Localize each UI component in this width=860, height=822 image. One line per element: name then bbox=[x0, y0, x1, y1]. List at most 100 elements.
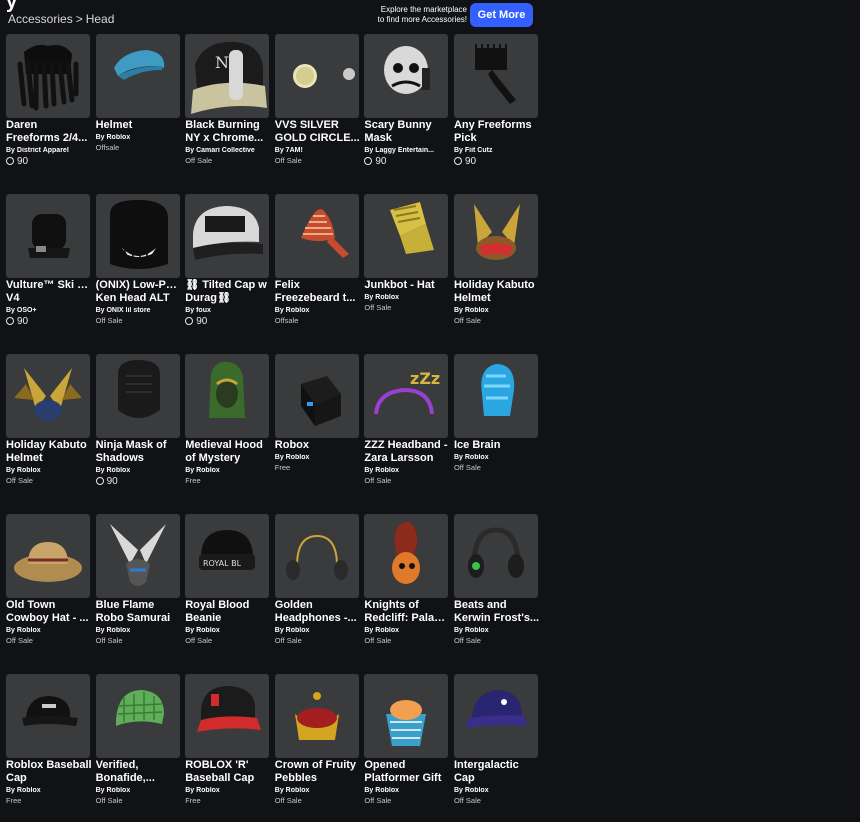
item-name[interactable]: Opened Platformer Gift bbox=[364, 759, 450, 785]
item-thumbnail[interactable] bbox=[364, 674, 449, 758]
item-creator[interactable]: By Roblox bbox=[364, 627, 450, 634]
get-more-button[interactable]: Get More bbox=[470, 3, 533, 27]
item-thumbnail[interactable] bbox=[274, 34, 359, 118]
item-thumbnail[interactable] bbox=[453, 34, 538, 118]
item-thumbnail[interactable] bbox=[364, 194, 449, 278]
catalog-item[interactable]: Crown of Fruity Pebbles By Roblox Off Sale bbox=[274, 674, 359, 805]
item-thumbnail[interactable] bbox=[364, 34, 449, 118]
catalog-item[interactable]: (ONIX) Low-Poly Ken Head ALT By ONIX lil s… bbox=[95, 194, 182, 325]
item-creator[interactable]: By 7AM! bbox=[275, 147, 361, 154]
item-name[interactable]: Vulture™ Ski Pro V4 bbox=[6, 279, 92, 305]
catalog-item[interactable]: Scary Bunny Mask By Laggy Entertain... 90 bbox=[364, 34, 449, 167]
item-creator[interactable]: By Roblox bbox=[364, 294, 450, 301]
item-creator[interactable]: By Roblox bbox=[6, 787, 92, 794]
item-creator[interactable]: By Roblox bbox=[6, 627, 92, 634]
catalog-item[interactable]: Blue Flame Robo Samurai By Roblox Off Sale bbox=[95, 514, 180, 645]
item-thumbnail[interactable] bbox=[95, 674, 180, 758]
item-creator[interactable]: By Roblox bbox=[454, 454, 540, 461]
item-creator[interactable]: By Roblox bbox=[454, 307, 540, 314]
catalog-item[interactable]: Knights of Redcliff: Paladi... By Roblox Of… bbox=[364, 514, 450, 645]
item-name[interactable]: Blue Flame Robo Samurai bbox=[96, 599, 182, 625]
item-name[interactable]: Junkbot - Hat bbox=[364, 279, 450, 292]
item-name[interactable]: Old Town Cowboy Hat - ... bbox=[6, 599, 92, 625]
item-creator[interactable]: By Roblox bbox=[96, 627, 182, 634]
item-thumbnail[interactable] bbox=[6, 354, 90, 438]
catalog-item[interactable]: Holiday Kabuto Helmet By Roblox Off Sale bbox=[453, 194, 538, 325]
item-name[interactable]: ZZZ Headband - Zara Larsson bbox=[364, 439, 450, 465]
item-name[interactable]: (ONIX) Low-Poly Ken Head ALT bbox=[96, 279, 182, 305]
item-thumbnail[interactable] bbox=[453, 194, 538, 278]
item-thumbnail[interactable] bbox=[274, 514, 359, 598]
item-name[interactable]: Knights of Redcliff: Paladi... bbox=[364, 599, 450, 625]
catalog-item[interactable]: NY Black Burning NY x Chrome... By Camari C… bbox=[185, 34, 270, 165]
item-name[interactable]: Intergalactic Cap bbox=[454, 759, 540, 785]
item-creator[interactable]: By Camari Collective bbox=[185, 147, 271, 154]
item-thumbnail[interactable] bbox=[6, 674, 90, 758]
item-thumbnail[interactable]: ROYAL BL bbox=[185, 514, 270, 598]
catalog-item[interactable]: Helmet By Roblox Offsale bbox=[95, 34, 180, 152]
item-thumbnail[interactable]: NY bbox=[185, 34, 270, 118]
item-thumbnail[interactable] bbox=[274, 194, 359, 278]
item-creator[interactable]: By OSO+ bbox=[6, 307, 92, 314]
item-name[interactable]: Crown of Fruity Pebbles bbox=[275, 759, 361, 785]
catalog-item[interactable]: Any Freeforms Pick By Fiit Cutz 90 bbox=[453, 34, 538, 167]
item-name[interactable]: Holiday Kabuto Helmet bbox=[454, 279, 540, 305]
item-name[interactable]: Medieval Hood of Mystery bbox=[185, 439, 271, 465]
item-creator[interactable]: By Roblox bbox=[96, 134, 182, 141]
item-thumbnail[interactable] bbox=[453, 514, 538, 598]
item-name[interactable]: Roblox Baseball Cap bbox=[6, 759, 92, 785]
item-creator[interactable]: By Roblox bbox=[275, 307, 361, 314]
item-thumbnail[interactable] bbox=[274, 674, 359, 758]
catalog-item[interactable]: Beats and Kerwin Frost's... By Roblox Off S… bbox=[453, 514, 539, 645]
catalog-item[interactable]: Opened Platformer Gift By Roblox Off Sale bbox=[364, 674, 449, 805]
item-creator[interactable]: By District Apparel bbox=[6, 147, 92, 154]
item-creator[interactable]: By Roblox bbox=[96, 467, 182, 474]
item-thumbnail[interactable]: zZz bbox=[364, 354, 449, 438]
item-creator[interactable]: By foux bbox=[185, 307, 271, 314]
item-creator[interactable]: By Fiit Cutz bbox=[454, 147, 540, 154]
item-name[interactable]: Black Burning NY x Chrome... bbox=[185, 119, 271, 145]
item-thumbnail[interactable] bbox=[95, 354, 180, 438]
item-name[interactable]: VVS SILVER GOLD CIRCLE... bbox=[275, 119, 361, 145]
item-name[interactable]: Ninja Mask of Shadows bbox=[96, 439, 182, 465]
breadcrumb-accessories[interactable]: Accessories bbox=[8, 12, 73, 26]
catalog-item[interactable]: Daren Freeforms 2/4... By District Apparel… bbox=[6, 34, 90, 167]
item-thumbnail[interactable] bbox=[453, 354, 538, 438]
item-name[interactable]: Ice Brain bbox=[454, 439, 540, 452]
item-thumbnail[interactable] bbox=[95, 514, 180, 598]
catalog-item[interactable]: Ninja Mask of Shadows By Roblox 90 bbox=[95, 354, 180, 487]
item-name[interactable]: Scary Bunny Mask bbox=[364, 119, 450, 145]
item-name[interactable]: Verified, Bonafide,... bbox=[96, 759, 182, 785]
item-thumbnail[interactable] bbox=[185, 354, 270, 438]
catalog-item[interactable]: Ice Brain By Roblox Off Sale bbox=[453, 354, 538, 472]
item-creator[interactable]: By Roblox bbox=[185, 787, 271, 794]
catalog-item[interactable]: ROBLOX 'R' Baseball Cap By Roblox Free bbox=[185, 674, 270, 805]
item-thumbnail[interactable] bbox=[364, 514, 449, 598]
item-creator[interactable]: By Roblox bbox=[6, 467, 92, 474]
item-name[interactable]: Beats and Kerwin Frost's... bbox=[454, 599, 540, 625]
catalog-item[interactable]: ROYAL BL Royal Blood Beanie By Roblox Off Sa… bbox=[185, 514, 270, 645]
item-name[interactable]: Felix Freezebeard t... bbox=[275, 279, 361, 305]
item-thumbnail[interactable] bbox=[185, 674, 270, 758]
item-name[interactable]: ROBLOX 'R' Baseball Cap bbox=[185, 759, 271, 785]
item-thumbnail[interactable] bbox=[95, 194, 180, 278]
item-creator[interactable]: By Roblox bbox=[364, 467, 450, 474]
catalog-item[interactable]: Intergalactic Cap By Roblox Off Sale bbox=[453, 674, 538, 805]
item-name[interactable]: Royal Blood Beanie bbox=[185, 599, 271, 625]
catalog-item[interactable]: zZz ZZZ Headband - Zara Larsson By Roblox Of… bbox=[364, 354, 449, 485]
item-thumbnail[interactable] bbox=[6, 194, 90, 278]
item-creator[interactable]: By Roblox bbox=[364, 787, 450, 794]
catalog-item[interactable]: ⛓ Tilted Cap w Durag⛓ By foux 90 bbox=[185, 194, 270, 327]
catalog-item[interactable]: Felix Freezebeard t... By Roblox Offsale bbox=[274, 194, 359, 325]
item-thumbnail[interactable] bbox=[453, 674, 538, 758]
item-thumbnail[interactable] bbox=[185, 194, 270, 278]
item-name[interactable]: Golden Headphones -... bbox=[275, 599, 361, 625]
catalog-item[interactable]: Vulture™ Ski Pro V4 By OSO+ 90 bbox=[6, 194, 92, 327]
item-creator[interactable]: By Roblox bbox=[185, 627, 271, 634]
item-name[interactable]: ⛓ Tilted Cap w Durag⛓ bbox=[185, 279, 271, 305]
item-creator[interactable]: By Laggy Entertain... bbox=[364, 147, 450, 154]
catalog-item[interactable]: Robox By Roblox Free bbox=[274, 354, 359, 472]
item-thumbnail[interactable] bbox=[95, 34, 180, 118]
item-creator[interactable]: By Roblox bbox=[185, 467, 271, 474]
item-creator[interactable]: By Roblox bbox=[275, 787, 361, 794]
